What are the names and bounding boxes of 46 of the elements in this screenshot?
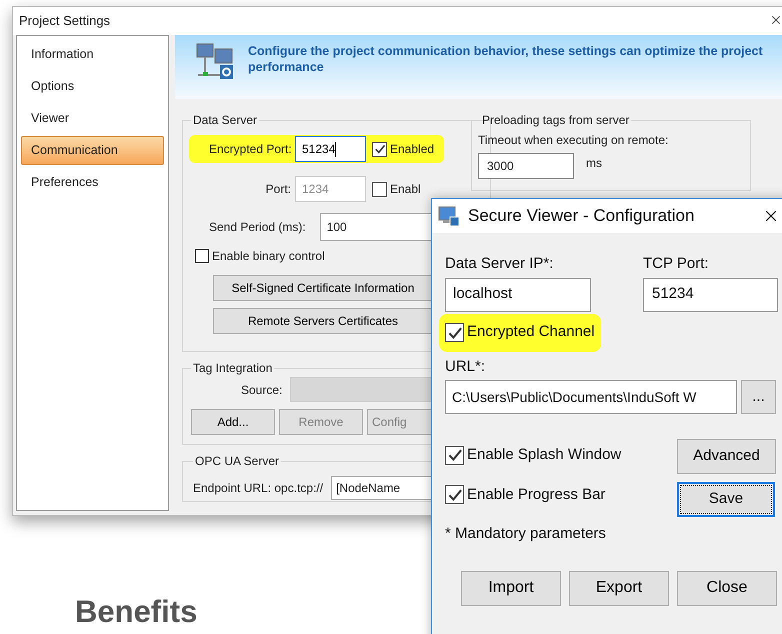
window-title: Project Settings	[19, 12, 110, 30]
section-heading: Benefits	[75, 593, 198, 631]
sidebar-item[interactable]: Preferences	[21, 168, 164, 197]
checkmark-icon	[446, 324, 462, 340]
advanced-button[interactable]: Advanced	[677, 439, 776, 474]
group-title: Preloading tags from server	[481, 112, 630, 129]
sidebar-item[interactable]: Information	[21, 40, 164, 69]
dialog-button[interactable]: Close	[677, 570, 777, 606]
url-field[interactable]: C:\Users\Public\Documents\InduSoft W	[445, 380, 737, 414]
field-label: URL*:	[445, 356, 486, 376]
encrypted-channel-checkbox[interactable]: Encrypted Channel	[445, 321, 595, 344]
monitor-icon	[438, 205, 460, 227]
field-label: Encrypted Port:	[209, 141, 291, 158]
checkmark-icon	[446, 486, 462, 503]
sidebar-item[interactable]: Options	[21, 72, 164, 101]
tag-button[interactable]: Add...	[191, 409, 275, 435]
unit-label: ms	[586, 155, 602, 172]
group-title: Data Server	[192, 112, 258, 129]
field-label: Source:	[241, 382, 282, 398]
header-text: Configure the project communication behavior, these settings can optimize the project performance	[248, 43, 764, 75]
checkmark-icon	[374, 143, 386, 155]
field-label: Endpoint URL: opc.tcp://	[193, 480, 324, 497]
dialog-button[interactable]: Export	[569, 570, 669, 606]
sidebar-item[interactable]: Viewer	[21, 104, 164, 133]
sidebar-item[interactable]: Communication	[21, 136, 164, 165]
dialog-button[interactable]: Import	[461, 570, 561, 606]
group-title: Tag Integration	[192, 360, 274, 377]
field-label: Port:	[264, 181, 291, 198]
tcp-port-field[interactable]: 51234	[643, 278, 778, 312]
checkmark-icon	[446, 447, 462, 464]
close-icon[interactable]	[769, 13, 782, 27]
port-field[interactable]: 51234	[295, 136, 366, 162]
field-label: Timeout when executing on remote:	[478, 132, 670, 149]
browse-button[interactable]: ...	[741, 380, 776, 414]
certificate-button[interactable]: Self-Signed Certificate Information	[213, 275, 433, 301]
save-button[interactable]: Save	[677, 482, 775, 517]
splash-window-checkbox[interactable]: Enable Splash Window	[445, 444, 677, 466]
enabled-checkbox[interactable]: Enabled	[372, 140, 434, 158]
field-label: Send Period (ms):	[209, 219, 306, 236]
field-label: Data Server IP*:	[445, 254, 554, 274]
field-label: TCP Port:	[643, 254, 710, 274]
certificate-button[interactable]: Remote Servers Certificates	[213, 308, 433, 334]
timeout-field[interactable]: 3000	[478, 153, 574, 179]
note-text: * Mandatory parameters	[445, 524, 607, 544]
group-title: OPC UA Server	[194, 453, 280, 470]
ip-field[interactable]: localhost	[445, 278, 591, 312]
